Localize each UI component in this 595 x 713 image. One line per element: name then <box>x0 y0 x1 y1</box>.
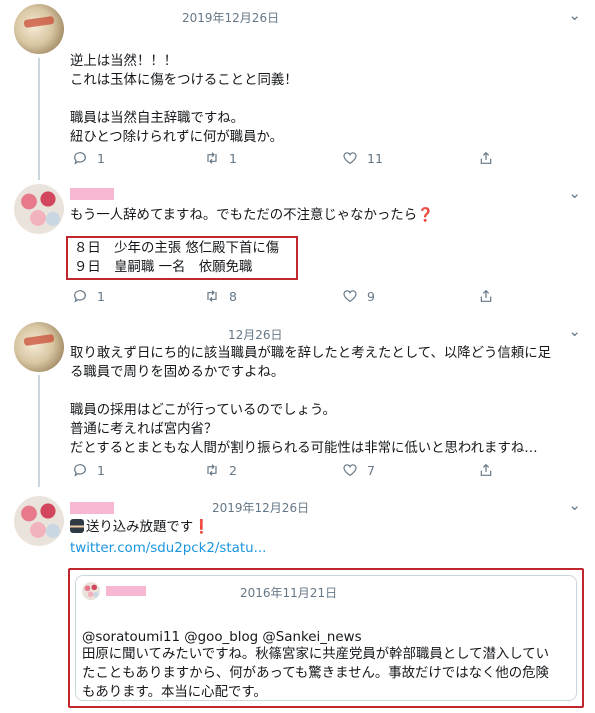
tweet[interactable]: 2019年12月26日 ⌄ 逆上は当然！！！ これは玉体に傷をつけることと同義！… <box>0 0 595 180</box>
quoted-text-line: もあります。本当に心配です。 <box>82 685 267 700</box>
quoted-avatar[interactable] <box>82 582 100 600</box>
tweet-date[interactable]: 2019年12月26日 <box>212 499 309 516</box>
share-icon <box>480 151 492 164</box>
reply-count: 1 <box>97 462 105 478</box>
tweet-text-line: 職員は当然自主辞職ですね。 <box>70 111 245 126</box>
reply-count: 1 <box>97 150 105 166</box>
quoted-tweet-date: 2016年11月21日 <box>240 586 338 600</box>
retweet-count: 2 <box>229 462 237 478</box>
share-button[interactable] <box>478 462 503 478</box>
retweet-button[interactable]: 2 <box>204 462 237 478</box>
reply-icon <box>74 290 86 303</box>
tweet-actions: 1 8 9 <box>68 288 508 308</box>
like-count: 11 <box>367 150 383 166</box>
ninja-emoji-icon <box>70 519 84 533</box>
quoted-text-line: たこともありますから、何があっても驚きません。事故だけではなく他の危険 <box>82 666 549 681</box>
tweet[interactable]: ⌄ もう一人辞めてますね。でもただの不注意じゃなかったら❓ ８日 少年の主張 悠… <box>0 180 595 318</box>
share-icon <box>480 289 492 302</box>
tweet-text: 送り込み放題です❗ <box>70 518 210 537</box>
retweet-icon <box>207 152 217 164</box>
tweet-text-line: 職員の採用はどこが行っているのでしょう。 <box>70 403 336 418</box>
avatar[interactable] <box>14 322 64 372</box>
quoted-text-line: 田原に聞いてみたいですね。秋篠宮家に共産党員が幹部職員として潜入してい <box>82 647 550 662</box>
highlighted-line: ８日 少年の主張 悠仁殿下首に傷 <box>74 241 280 256</box>
share-button[interactable] <box>478 288 503 304</box>
like-count: 7 <box>367 462 375 478</box>
question-mark-emoji: ❓ <box>417 208 434 223</box>
tweet-date[interactable]: 12月26日 <box>228 326 283 343</box>
retweet-button[interactable]: 8 <box>204 288 237 304</box>
reply-count: 1 <box>97 288 105 304</box>
reply-icon <box>74 464 86 477</box>
tweet-text-line: これは玉体に傷をつけることと同義！ <box>70 73 298 88</box>
avatar[interactable] <box>14 4 64 54</box>
quoted-tweet-highlight: 2016年11月21日 @soratoumi11 @goo_blog @Sank… <box>68 568 584 708</box>
chevron-down-icon[interactable]: ⌄ <box>568 184 581 202</box>
reply-button[interactable]: 1 <box>72 462 105 478</box>
tweet-text-line: 普通に考えれば宮内省？ <box>70 422 218 437</box>
tweet-link[interactable]: twitter.com/sdu2pck2/statu... <box>70 539 266 558</box>
tweet[interactable]: 2019年12月26日 ⌄ 送り込み放題です❗ twitter.com/sdu2… <box>0 490 595 713</box>
tweet-text-line: 逆上は当然！！！ <box>70 54 178 69</box>
tweet-text-line: 紐ひとつ除けられずに何が職員か。 <box>70 130 284 145</box>
reply-button[interactable]: 1 <box>72 150 105 166</box>
chevron-down-icon[interactable]: ⌄ <box>568 496 581 514</box>
redacted-user-name[interactable] <box>70 502 114 514</box>
avatar[interactable] <box>14 184 64 234</box>
retweet-count: 8 <box>229 288 237 304</box>
tweet-date[interactable]: 2019年12月26日 <box>182 9 279 26</box>
highlighted-line: ９日 皇嗣職 一名 依願免職 <box>74 260 253 275</box>
redacted-user-name[interactable] <box>70 188 114 200</box>
share-button[interactable] <box>478 150 503 166</box>
avatar[interactable] <box>14 496 64 546</box>
heart-icon <box>343 464 357 477</box>
retweet-icon <box>207 464 217 476</box>
quoted-tweet[interactable]: 2016年11月21日 @soratoumi11 @goo_blog @Sank… <box>75 575 577 701</box>
reply-button[interactable]: 1 <box>72 288 105 304</box>
heart-icon <box>343 290 357 303</box>
like-button[interactable]: 9 <box>342 288 375 304</box>
reply-icon <box>74 152 86 165</box>
tweet-text-line: る職員で周りを固めるかですよね。 <box>70 365 285 380</box>
tweet-text: もう一人辞めてますね。でもただの不注意じゃなかったら❓ <box>70 206 434 225</box>
heart-icon <box>343 152 357 165</box>
tweet[interactable]: 12月26日 ⌄ 取り敢えず日にち的に該当職員が職を辞したと考えたとして、以降ど… <box>0 318 595 490</box>
like-button[interactable]: 11 <box>342 150 383 166</box>
chevron-down-icon[interactable]: ⌄ <box>568 322 581 340</box>
tweet-text-line: 取り敢えず日にち的に該当職員が職を辞したと考えたとして、以降どう信頼に足 <box>70 346 551 361</box>
retweet-count: 1 <box>229 150 237 166</box>
tweet-actions: 1 1 11 <box>68 150 508 170</box>
tweet-text-line: だとするとまともな人間が割り振られる可能性は非常に低いと思われますね… <box>70 441 538 456</box>
like-count: 9 <box>367 288 375 304</box>
like-button[interactable]: 7 <box>342 462 375 478</box>
tweet-text-body: もう一人辞めてますね。でもただの不注意じゃなかったら <box>70 208 418 223</box>
tweet-text-body: 送り込み放題です <box>86 520 194 535</box>
redacted-quoted-user-name[interactable] <box>106 586 146 596</box>
retweet-button[interactable]: 1 <box>204 150 237 166</box>
retweet-icon <box>207 290 217 302</box>
share-icon <box>480 463 492 476</box>
tweet-actions: 1 2 7 <box>68 462 508 482</box>
chevron-down-icon[interactable]: ⌄ <box>568 6 581 24</box>
exclamation-emoji: ❗ <box>193 520 210 535</box>
